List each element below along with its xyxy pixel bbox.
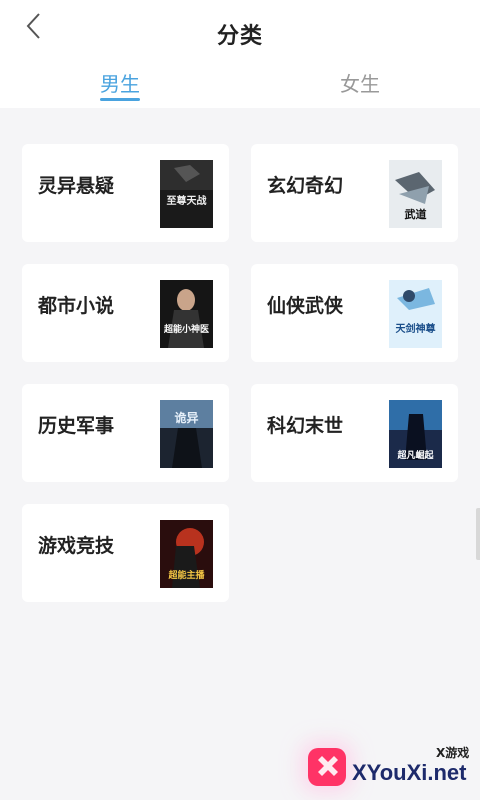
category-grid: 灵异悬疑 至尊天战 玄幻奇幻 武道 都市小说 超能小神医 仙侠武侠 天剑神尊 历… [0,0,480,800]
book-cover-image: 超凡崛起 [389,400,442,468]
book-cover-image: 武道 [389,160,442,228]
cover-title: 超能主播 [167,569,205,581]
category-label: 玄幻奇幻 [267,175,344,197]
category-card-gaming[interactable]: 游戏竞技 超能主播 [22,504,229,602]
category-card-supernatural[interactable]: 灵异悬疑 至尊天战 [22,144,229,242]
category-label: 都市小说 [38,295,115,317]
cover-title: 天剑神尊 [396,322,436,335]
book-cover-image: 天剑神尊 [389,280,442,348]
category-label: 灵异悬疑 [38,175,115,197]
gamepad-icon [308,748,346,786]
cover-title: 超能小神医 [163,323,209,335]
category-card-urban[interactable]: 都市小说 超能小神医 [22,264,229,362]
book-cover-image: 诡异 [160,400,213,468]
cover-title: 诡异 [174,410,198,425]
category-card-history-military[interactable]: 历史军事 诡异 [22,384,229,482]
cover-title: 至尊天战 [167,194,207,207]
category-label: 历史军事 [38,415,115,437]
watermark-small-text: X游戏 [436,746,470,760]
category-label: 仙侠武侠 [267,295,344,317]
side-scroll-handle[interactable] [476,508,480,560]
category-label: 科幻末世 [267,415,344,437]
cover-title: 超凡崛起 [396,449,434,461]
category-card-fantasy[interactable]: 玄幻奇幻 武道 [251,144,458,242]
category-card-scifi[interactable]: 科幻末世 超凡崛起 [251,384,458,482]
category-label: 游戏竞技 [38,535,115,557]
cover-title: 武道 [405,207,427,221]
book-cover-image: 超能主播 [160,520,213,588]
category-card-xianxia[interactable]: 仙侠武侠 天剑神尊 [251,264,458,362]
book-cover-image: 至尊天战 [160,160,213,228]
book-cover-image: 超能小神医 [160,280,213,348]
watermark-logo: X游戏 XYouXi.net [300,740,480,800]
watermark-site-text: XYouXi.net [352,760,467,785]
